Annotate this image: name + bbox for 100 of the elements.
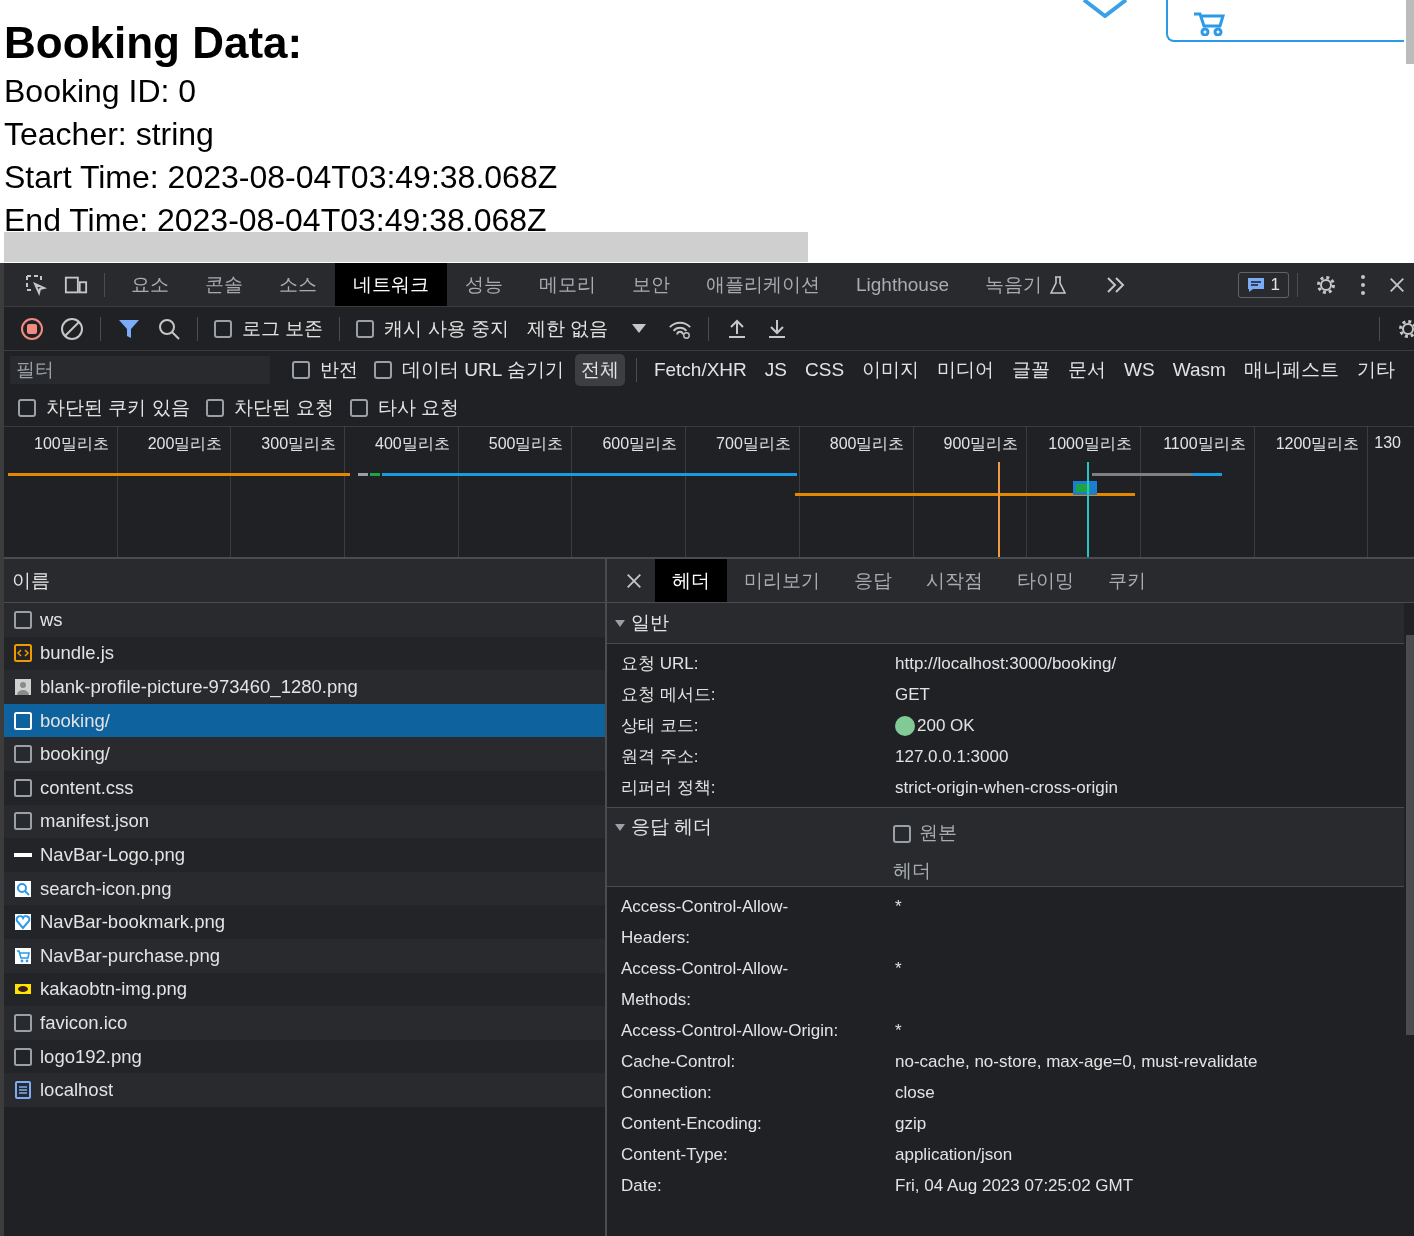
checkbox[interactable] xyxy=(205,398,224,417)
preserve-log-checkbox[interactable]: 로그 보존 xyxy=(214,315,324,342)
time-tick-label: 900밀리초 xyxy=(943,435,1019,452)
time-tick-label: 600밀리초 xyxy=(602,435,678,452)
header-value: 127.0.0.1:3000 xyxy=(895,746,1009,768)
request-name: content.css xyxy=(40,776,134,799)
booking-field: Booking ID: 0 xyxy=(4,70,1414,113)
panel-tab[interactable]: 요소 xyxy=(113,263,187,306)
request-row[interactable]: localhost xyxy=(4,1073,605,1107)
vertical-scrollbar[interactable] xyxy=(1406,635,1414,1035)
type-filter[interactable]: 매니페스트 xyxy=(1237,354,1345,386)
checkbox[interactable] xyxy=(356,319,375,338)
filter-checkbox[interactable]: 타사 요청 xyxy=(349,394,460,421)
request-row[interactable]: search-icon.png xyxy=(4,871,605,906)
checkbox[interactable] xyxy=(893,825,911,843)
throttle-dropdown[interactable]: 제한 없음 xyxy=(526,315,647,342)
chevron-down-icon[interactable] xyxy=(1082,0,1128,18)
header-name: Cache-Control: xyxy=(621,1051,737,1073)
request-name: NavBar-Logo.png xyxy=(40,843,185,866)
request-row[interactable]: NavBar-purchase.png xyxy=(4,938,605,973)
filter-checkbox[interactable]: 차단된 요청 xyxy=(205,394,334,421)
cart-button[interactable] xyxy=(1166,0,1404,42)
heart-image-icon xyxy=(14,913,32,932)
time-tick-label: 700밀리초 xyxy=(716,435,791,452)
profile-image-icon xyxy=(14,678,32,696)
type-filter[interactable]: WS xyxy=(1118,356,1161,384)
request-row[interactable]: ws xyxy=(4,603,605,637)
header-name: Date: xyxy=(621,1175,663,1197)
header-value: strict-origin-when-cross-origin xyxy=(895,777,1118,799)
section-header[interactable]: 일반 xyxy=(607,603,1404,644)
raw-headers-checkbox[interactable]: 원본 헤더 xyxy=(893,814,961,890)
request-row[interactable]: favicon.ico xyxy=(4,1006,605,1040)
type-filter[interactable]: 이미지 xyxy=(856,354,926,386)
booking-field: Teacher: string xyxy=(4,113,1414,156)
panel-tab[interactable]: 소스 xyxy=(261,263,335,306)
detail-tab[interactable]: 타이밍 xyxy=(1000,559,1091,602)
type-filter[interactable]: JS xyxy=(758,356,793,384)
search-icon[interactable] xyxy=(157,316,181,341)
filter-checkbox[interactable]: 차단된 쿠키 있음 xyxy=(18,394,190,421)
record-icon[interactable] xyxy=(20,316,44,341)
more-options-icon[interactable] xyxy=(1360,272,1366,297)
time-tick-label: 130 xyxy=(1374,434,1401,451)
panel-tab[interactable]: 메모리 xyxy=(521,263,614,306)
request-row[interactable]: blank-profile-picture-973460_1280.png xyxy=(4,670,605,704)
type-filter[interactable]: 전체 xyxy=(574,354,625,386)
request-name: booking/ xyxy=(40,709,110,732)
magnifier-image-icon xyxy=(14,879,32,898)
clear-icon[interactable] xyxy=(60,316,84,341)
section-title: 응답 헤더 xyxy=(631,815,713,839)
detail-tab[interactable]: 쿠키 xyxy=(1091,559,1163,602)
detail-tab[interactable]: 헤더 xyxy=(655,559,727,602)
panel-tab[interactable]: 콘솔 xyxy=(187,263,261,306)
detail-tab[interactable]: 시작점 xyxy=(909,559,1000,602)
time-tick-label: 400밀리초 xyxy=(375,435,450,452)
issues-badge[interactable]: 1 xyxy=(1237,271,1289,298)
type-filter[interactable]: 미디어 xyxy=(931,354,1001,386)
header-value: gzip xyxy=(895,1113,927,1135)
disable-cache-checkbox[interactable]: 캐시 사용 중지 xyxy=(356,315,509,342)
header-name: Access-Control-Allow-Headers: xyxy=(621,896,790,949)
file-icon xyxy=(14,745,32,764)
request-name: bundle.js xyxy=(40,642,115,665)
hide-data-urls-checkbox[interactable]: 데이터 URL 숨기기 xyxy=(374,357,564,383)
panel-tab[interactable]: 네트워크 xyxy=(335,263,447,306)
invert-checkbox[interactable]: 반전 xyxy=(292,357,358,383)
vertical-scrollbar[interactable] xyxy=(1406,0,1414,64)
header-name: 상태 코드: xyxy=(621,715,700,737)
time-tick-label: 1100밀리초 xyxy=(1163,435,1246,452)
type-filter[interactable]: 문서 xyxy=(1062,354,1113,386)
request-row[interactable]: booking/ xyxy=(4,703,605,738)
request-row[interactable]: booking/ xyxy=(4,737,605,771)
panel-tab[interactable]: 보안 xyxy=(614,263,688,306)
checkbox[interactable] xyxy=(292,361,310,379)
section-header[interactable]: 응답 헤더 원본 헤더 xyxy=(607,807,1404,887)
header-name: Access-Control-Allow-Origin: xyxy=(621,1020,840,1042)
checkbox[interactable] xyxy=(18,398,36,417)
checkbox[interactable] xyxy=(374,361,392,379)
type-filter[interactable]: Wasm xyxy=(1166,356,1232,384)
close-icon[interactable] xyxy=(1388,275,1406,294)
panel-tab[interactable]: Lighthouse xyxy=(838,263,967,306)
detail-tab[interactable]: 미리보기 xyxy=(727,559,837,602)
detail-tab[interactable]: 응답 xyxy=(837,559,909,602)
header-value: * xyxy=(895,1020,902,1042)
request-name: search-icon.png xyxy=(40,877,172,900)
horizontal-scrollbar[interactable] xyxy=(4,232,808,262)
request-name: NavBar-bookmark.png xyxy=(40,911,226,934)
panel-tab[interactable]: 녹음기 xyxy=(966,263,1084,306)
header-name: 요청 URL: xyxy=(621,653,700,675)
column-header[interactable]: 이름 xyxy=(4,559,605,603)
type-filter[interactable]: CSS xyxy=(799,356,851,384)
request-row[interactable]: manifest.json xyxy=(4,804,605,839)
panel-tab[interactable]: 애플리케이션 xyxy=(688,263,838,306)
inspect-icon[interactable] xyxy=(24,272,48,297)
panel-tab[interactable]: 성능 xyxy=(447,263,521,306)
type-filter[interactable]: Fetch/XHR xyxy=(647,356,753,384)
close-icon[interactable] xyxy=(625,571,643,590)
type-filter[interactable]: 기타 xyxy=(1350,354,1401,386)
filter-field[interactable]: 필터 xyxy=(10,356,270,384)
checkbox[interactable] xyxy=(214,319,232,338)
type-filter[interactable]: 글꼴 xyxy=(1006,354,1057,386)
checkbox[interactable] xyxy=(349,398,368,417)
